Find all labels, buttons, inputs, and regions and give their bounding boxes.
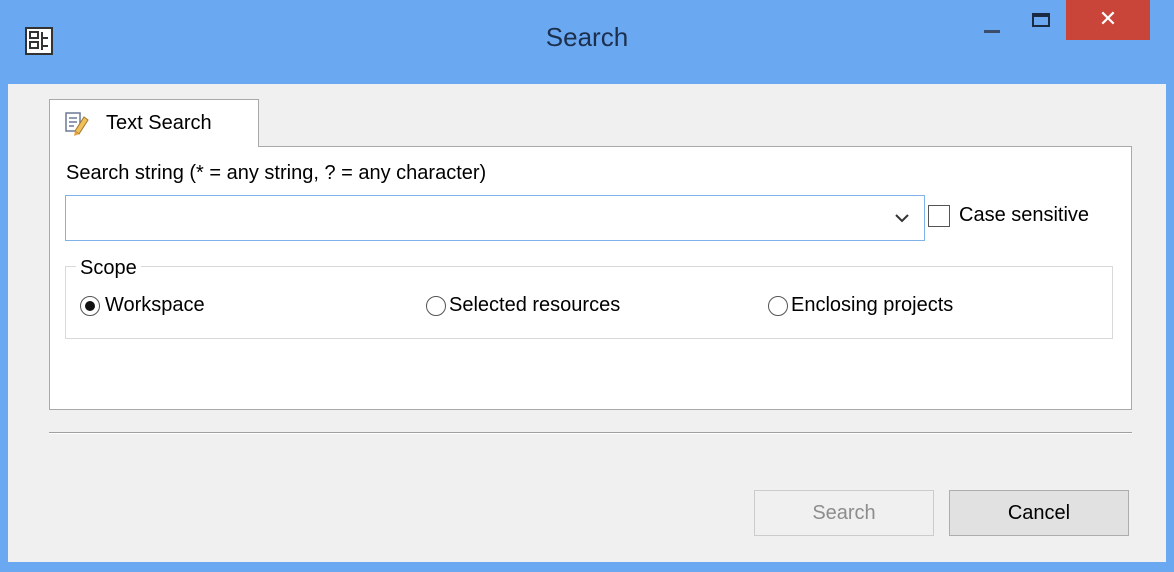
- search-dialog-window: Search ✕ Text Search Search string (* = …: [0, 0, 1174, 572]
- search-string-label: Search string (* = any string, ? = any c…: [66, 162, 487, 184]
- search-button[interactable]: Search: [754, 490, 934, 536]
- dialog-client-area: Text Search Search string (* = any strin…: [8, 84, 1166, 562]
- chevron-down-icon[interactable]: [892, 210, 912, 226]
- radio-workspace-label[interactable]: Workspace: [105, 294, 205, 317]
- text-search-icon: [65, 112, 89, 136]
- minimize-button[interactable]: [969, 0, 1015, 40]
- maximize-button[interactable]: [1018, 0, 1064, 40]
- cancel-button[interactable]: Cancel: [949, 490, 1129, 536]
- title-bar[interactable]: Search ✕: [0, 0, 1174, 84]
- tab-joiner: [50, 146, 258, 148]
- horizontal-separator: [49, 432, 1132, 434]
- tab-text-search[interactable]: Text Search: [49, 99, 259, 147]
- search-string-combobox[interactable]: [65, 195, 925, 241]
- close-icon: ✕: [1098, 6, 1118, 31]
- radio-workspace[interactable]: [80, 296, 100, 316]
- case-sensitive-label[interactable]: Case sensitive: [959, 204, 1089, 227]
- scope-group-label: Scope: [76, 257, 141, 280]
- tab-label: Text Search: [106, 112, 212, 134]
- search-input[interactable]: [70, 200, 874, 238]
- radio-enclosing-projects-label[interactable]: Enclosing projects: [791, 294, 953, 317]
- close-button[interactable]: ✕: [1066, 0, 1150, 40]
- case-sensitive-checkbox[interactable]: [928, 205, 950, 227]
- radio-enclosing-projects[interactable]: [768, 296, 788, 316]
- radio-selected-resources[interactable]: [426, 296, 446, 316]
- radio-selected-resources-label[interactable]: Selected resources: [449, 294, 620, 317]
